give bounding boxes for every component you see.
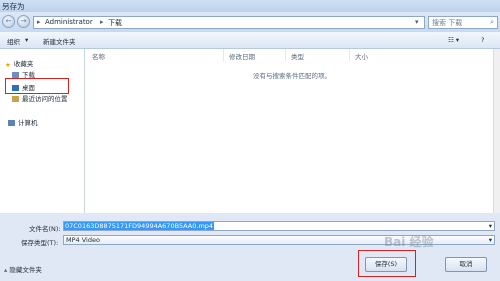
search-input[interactable]: 搜索 下载 ⌕ [428,16,498,29]
folder-icon: ▸ [37,18,41,26]
toolbar: 组织 ▾ 新建文件夹 ☷ ▾ ? [0,32,500,49]
chevron-down-icon[interactable]: ▾ [489,222,492,230]
cancel-button[interactable]: 取消 [445,257,487,272]
filename-label: 文件名(N): [29,225,61,233]
organize-button[interactable]: 组织 [7,36,20,46]
view-toggle-button[interactable]: ☷ ▾ [448,36,459,44]
chevron-right-icon: ▸ [100,18,104,26]
hide-folders-label: 隐藏文件夹 [9,266,42,274]
title-bar: 另存为 [0,0,500,12]
computer-icon [8,120,15,126]
navigation-bar: ← → ▸ Administrator ▸ 下载 ▾ 搜索 下载 ⌕ [0,12,500,32]
column-divider [223,49,224,61]
column-header-date[interactable]: 修改日期 [229,51,255,61]
annotation-highlight-box [5,78,69,94]
hide-folders-toggle[interactable]: ▴ 隐藏文件夹 [4,264,42,274]
filename-value: 07C0163D8875171FD94994A670B5AA0.mp4 [64,222,215,230]
recent-places-icon [12,96,19,102]
file-list-pane: 名称 修改日期 类型 大小 没有与搜索条件匹配的项。 [85,49,500,213]
chevron-down-icon: ▾ [25,36,29,44]
chevron-down-icon[interactable]: ▾ [489,236,492,244]
empty-message: 没有与搜索条件匹配的项。 [253,72,331,80]
column-divider [349,49,350,61]
window-title: 另存为 [2,2,25,11]
breadcrumb-administrator[interactable]: Administrator [45,18,93,26]
watermark-logo: Bai 经验 [384,235,434,249]
sidebar-item-computer[interactable]: 计算机 [8,117,38,127]
save-button[interactable]: 保存(S) [365,257,407,272]
sidebar-label: 计算机 [18,119,38,127]
filename-input[interactable]: 07C0163D8875171FD94994A670B5AA0.mp4 ▾ [63,221,495,231]
back-button[interactable]: ← [2,15,15,28]
sidebar-label: 收藏夹 [13,60,34,68]
filetype-value: MP4 Video [66,236,100,244]
column-header-name[interactable]: 名称 [92,51,105,61]
address-bar[interactable]: ▸ Administrator ▸ 下载 ▾ [33,16,425,29]
sidebar-label: 最近访问的位置 [22,95,68,103]
forward-button[interactable]: → [17,15,30,28]
star-icon: ★ [5,61,11,69]
new-folder-button[interactable]: 新建文件夹 [43,36,76,46]
filetype-label: 保存类型(T): [21,239,59,247]
column-header-size[interactable]: 大小 [355,51,368,61]
search-icon: ⌕ [490,18,494,26]
chevron-up-icon: ▴ [4,266,8,274]
sidebar-item-recent[interactable]: 最近访问的位置 [12,93,68,103]
chevron-down-icon[interactable]: ▾ [415,18,419,26]
navigation-pane: ★ 收藏夹 下载 桌面 最近访问的位置 计算机 [0,49,85,213]
scrollbar[interactable] [493,49,500,213]
search-placeholder: 搜索 下载 [432,19,463,27]
column-divider [285,49,286,61]
help-icon[interactable]: ? [481,36,484,44]
sidebar-item-favorites[interactable]: ★ 收藏夹 [5,58,34,69]
breadcrumb-downloads[interactable]: 下载 [108,18,122,28]
column-header-type[interactable]: 类型 [291,51,304,61]
